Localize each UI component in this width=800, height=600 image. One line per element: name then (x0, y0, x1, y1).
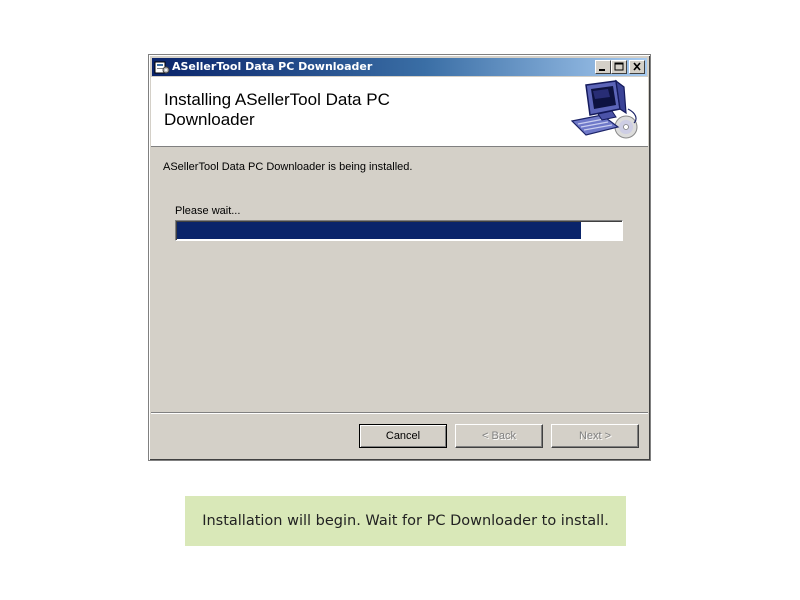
minimize-icon (599, 69, 605, 71)
progress-bar (175, 220, 623, 241)
computer-with-cd-icon (564, 79, 646, 143)
next-button[interactable]: Next > (551, 424, 639, 448)
page-title: Installing ASellerTool Data PC Downloade… (164, 90, 390, 129)
status-text: ASellerTool Data PC Downloader is being … (163, 161, 413, 173)
back-button[interactable]: < Back (455, 424, 543, 448)
maximize-button[interactable] (611, 60, 627, 74)
window-title: ASellerTool Data PC Downloader (172, 60, 373, 73)
page: ASellerTool Data PC Downloader Installin… (0, 0, 800, 600)
progress-fill (177, 222, 581, 239)
close-button[interactable] (629, 60, 645, 74)
close-icon (633, 62, 641, 71)
caption-box: Installation will begin. Wait for PC Dow… (185, 496, 626, 546)
wait-label: Please wait... (175, 205, 241, 217)
header-banner: Installing ASellerTool Data PC Downloade… (151, 77, 648, 147)
installer-window: ASellerTool Data PC Downloader Installin… (148, 54, 651, 461)
minimize-button[interactable] (595, 60, 611, 74)
installer-icon (154, 59, 170, 75)
cancel-button[interactable]: Cancel (359, 424, 447, 448)
maximize-icon (614, 62, 624, 71)
title-bar[interactable]: ASellerTool Data PC Downloader (152, 58, 647, 76)
footer-divider (151, 412, 648, 414)
